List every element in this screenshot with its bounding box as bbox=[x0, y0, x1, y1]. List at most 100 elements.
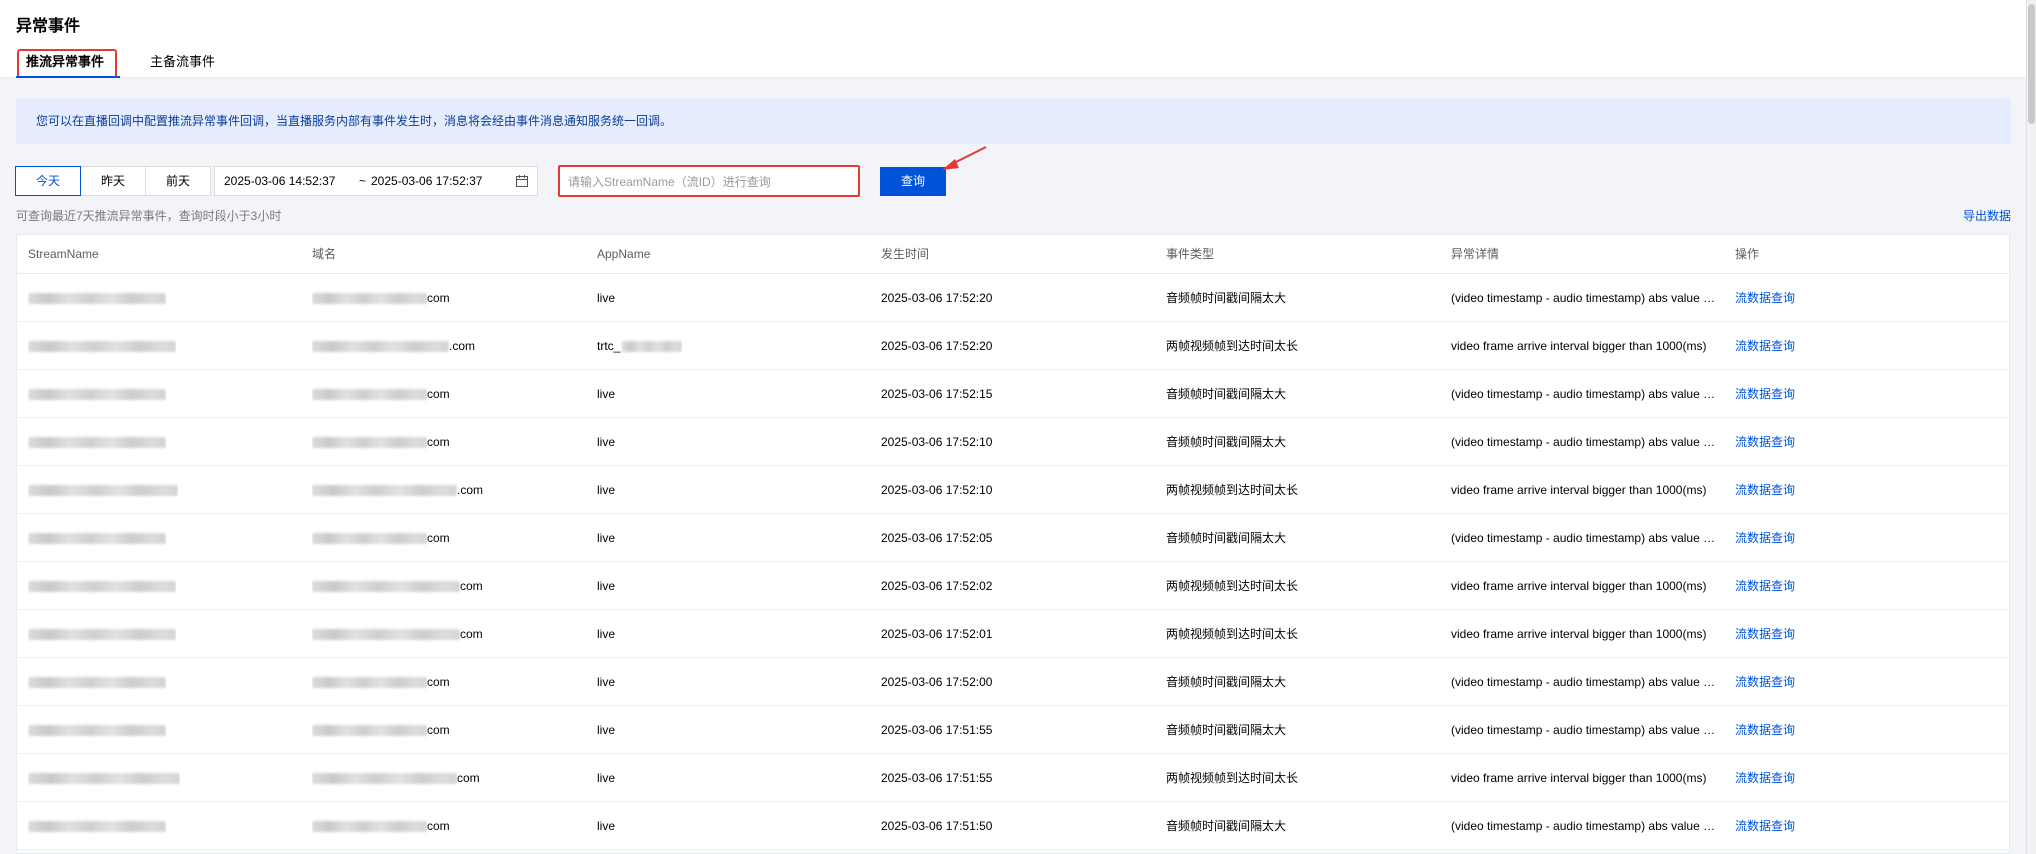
today-button[interactable]: 今天 bbox=[15, 166, 81, 196]
stream-data-query-link[interactable]: 流数据查询 bbox=[1735, 706, 1795, 754]
cell-event-type: 音频帧时间戳间隔太大 bbox=[1166, 435, 1287, 449]
redacted-text bbox=[312, 725, 427, 737]
stream-data-query-link[interactable]: 流数据查询 bbox=[1735, 610, 1795, 658]
col-header-action: 操作 bbox=[1735, 247, 1760, 261]
domain-suffix: .com bbox=[457, 483, 484, 497]
cell-streamname bbox=[28, 466, 178, 514]
domain-suffix: com bbox=[427, 387, 450, 401]
table-row: com live 2025-03-06 17:52:15 音频帧时间戳间隔太大 (vid… bbox=[17, 370, 2009, 418]
cell-event-type: 两帧视频帧到达时间太长 bbox=[1166, 339, 1299, 353]
cell-streamname bbox=[28, 610, 176, 658]
calendar-icon[interactable] bbox=[515, 174, 529, 188]
day-before-yesterday-button[interactable]: 前天 bbox=[145, 166, 211, 196]
cell-streamname bbox=[28, 322, 176, 370]
yesterday-button[interactable]: 昨天 bbox=[80, 166, 146, 196]
table-row: com live 2025-03-06 17:51:55 两帧视频帧到达时间太长 vid… bbox=[17, 754, 2009, 802]
appname-text: live bbox=[597, 291, 616, 305]
cell-streamname bbox=[28, 706, 166, 754]
stream-search-input[interactable] bbox=[568, 173, 848, 191]
stream-data-query-link[interactable]: 流数据查询 bbox=[1735, 562, 1795, 610]
cell-domain: com bbox=[312, 706, 450, 754]
redacted-text bbox=[312, 293, 427, 305]
redacted-text bbox=[28, 821, 166, 833]
col-header-appname: AppName bbox=[597, 247, 651, 261]
stream-data-query-link[interactable]: 流数据查询 bbox=[1735, 418, 1795, 466]
appname-text: trtc_ bbox=[597, 339, 621, 353]
cell-event-type: 两帧视频帧到达时间太长 bbox=[1166, 579, 1299, 593]
cell-time: 2025-03-06 17:52:20 bbox=[881, 291, 993, 305]
scrollbar-thumb[interactable] bbox=[2028, 4, 2035, 124]
cell-detail: (video timestamp - audio timestamp) abs … bbox=[1451, 387, 1717, 401]
stream-data-query-link[interactable]: 流数据查询 bbox=[1735, 466, 1795, 514]
cell-time: 2025-03-06 17:52:02 bbox=[881, 579, 993, 593]
col-header-domain: 域名 bbox=[312, 247, 337, 261]
cell-detail: (video timestamp - audio timestamp) abs … bbox=[1451, 435, 1717, 449]
cell-time: 2025-03-06 17:51:50 bbox=[881, 819, 993, 833]
info-notice: 您可以在直播回调中配置推流异常事件回调，当直播服务内部有事件发生时，消息将会经由… bbox=[16, 98, 2011, 144]
cell-event-type: 两帧视频帧到达时间太长 bbox=[1166, 771, 1299, 785]
appname-text: live bbox=[597, 531, 616, 545]
redacted-text bbox=[28, 341, 176, 353]
cell-streamname bbox=[28, 658, 166, 706]
appname-text: live bbox=[597, 435, 616, 449]
date-range-picker[interactable]: 2025-03-06 14:52:37 ~ 2025-03-06 17:52:3… bbox=[214, 166, 538, 196]
redacted-text bbox=[312, 773, 457, 785]
stream-data-query-link[interactable]: 流数据查询 bbox=[1735, 370, 1795, 418]
stream-data-query-link[interactable]: 流数据查询 bbox=[1735, 754, 1795, 802]
table-row: .com live 2025-03-06 17:52:10 两帧视频帧到达时间太长 vi… bbox=[17, 466, 2009, 514]
cell-detail: (video timestamp - audio timestamp) abs … bbox=[1451, 531, 1717, 545]
cell-domain: .com bbox=[312, 466, 483, 514]
domain-suffix: .com bbox=[449, 339, 476, 353]
query-button[interactable]: 查询 bbox=[880, 167, 946, 196]
cell-streamname bbox=[28, 754, 180, 802]
cell-streamname bbox=[28, 802, 166, 850]
export-data-link[interactable]: 导出数据 bbox=[1963, 207, 2011, 224]
cell-appname: live bbox=[597, 610, 615, 658]
redacted-text bbox=[312, 677, 427, 689]
scrollbar[interactable] bbox=[2026, 0, 2036, 854]
appname-text: live bbox=[597, 675, 616, 689]
table-row: com live 2025-03-06 17:52:00 音频帧时间戳间隔太大 (vid… bbox=[17, 658, 2009, 706]
cell-time: 2025-03-06 17:51:55 bbox=[881, 723, 993, 737]
cell-event-type: 音频帧时间戳间隔太大 bbox=[1166, 387, 1287, 401]
cell-domain: com bbox=[312, 610, 483, 658]
cell-appname: live bbox=[597, 658, 615, 706]
redacted-text bbox=[28, 293, 166, 305]
redacted-text bbox=[28, 533, 166, 545]
redacted-text bbox=[28, 485, 178, 497]
tab-primary-backup-events[interactable]: 主备流事件 bbox=[150, 48, 215, 78]
cell-detail: video frame arrive interval bigger than … bbox=[1451, 483, 1707, 497]
stream-search-box bbox=[558, 165, 860, 197]
page-title: 异常事件 bbox=[16, 18, 81, 35]
table-row: com live 2025-03-06 17:52:05 音频帧时间戳间隔太大 (vid… bbox=[17, 514, 2009, 562]
cell-detail: video frame arrive interval bigger than … bbox=[1451, 771, 1707, 785]
cell-appname: live bbox=[597, 802, 615, 850]
appname-text: live bbox=[597, 579, 616, 593]
stream-data-query-link[interactable]: 流数据查询 bbox=[1735, 514, 1795, 562]
cell-event-type: 音频帧时间戳间隔太大 bbox=[1166, 531, 1287, 545]
col-header-detail: 异常详情 bbox=[1451, 247, 1500, 261]
cell-domain: com bbox=[312, 802, 450, 850]
appname-text: live bbox=[597, 387, 616, 401]
cell-event-type: 音频帧时间戳间隔太大 bbox=[1166, 675, 1287, 689]
domain-suffix: com bbox=[460, 579, 483, 593]
stream-data-query-link[interactable]: 流数据查询 bbox=[1735, 658, 1795, 706]
active-tab-indicator bbox=[16, 76, 120, 78]
cell-domain: com bbox=[312, 658, 450, 706]
annotation-highlight-box bbox=[17, 49, 117, 78]
cell-event-type: 音频帧时间戳间隔太大 bbox=[1166, 723, 1287, 737]
domain-suffix: com bbox=[427, 531, 450, 545]
stream-data-query-link[interactable]: 流数据查询 bbox=[1735, 802, 1795, 850]
cell-detail: video frame arrive interval bigger than … bbox=[1451, 627, 1707, 641]
stream-data-query-link[interactable]: 流数据查询 bbox=[1735, 322, 1795, 370]
stream-data-query-link[interactable]: 流数据查询 bbox=[1735, 274, 1795, 322]
cell-appname: live bbox=[597, 418, 615, 466]
cell-domain: com bbox=[312, 418, 450, 466]
cell-event-type: 两帧视频帧到达时间太长 bbox=[1166, 483, 1299, 497]
appname-text: live bbox=[597, 483, 616, 497]
redacted-text bbox=[622, 341, 683, 353]
table-row: com live 2025-03-06 17:51:55 音频帧时间戳间隔太大 (vid… bbox=[17, 706, 2009, 754]
cell-appname: live bbox=[597, 466, 615, 514]
cell-streamname bbox=[28, 514, 166, 562]
redacted-text bbox=[28, 437, 166, 449]
